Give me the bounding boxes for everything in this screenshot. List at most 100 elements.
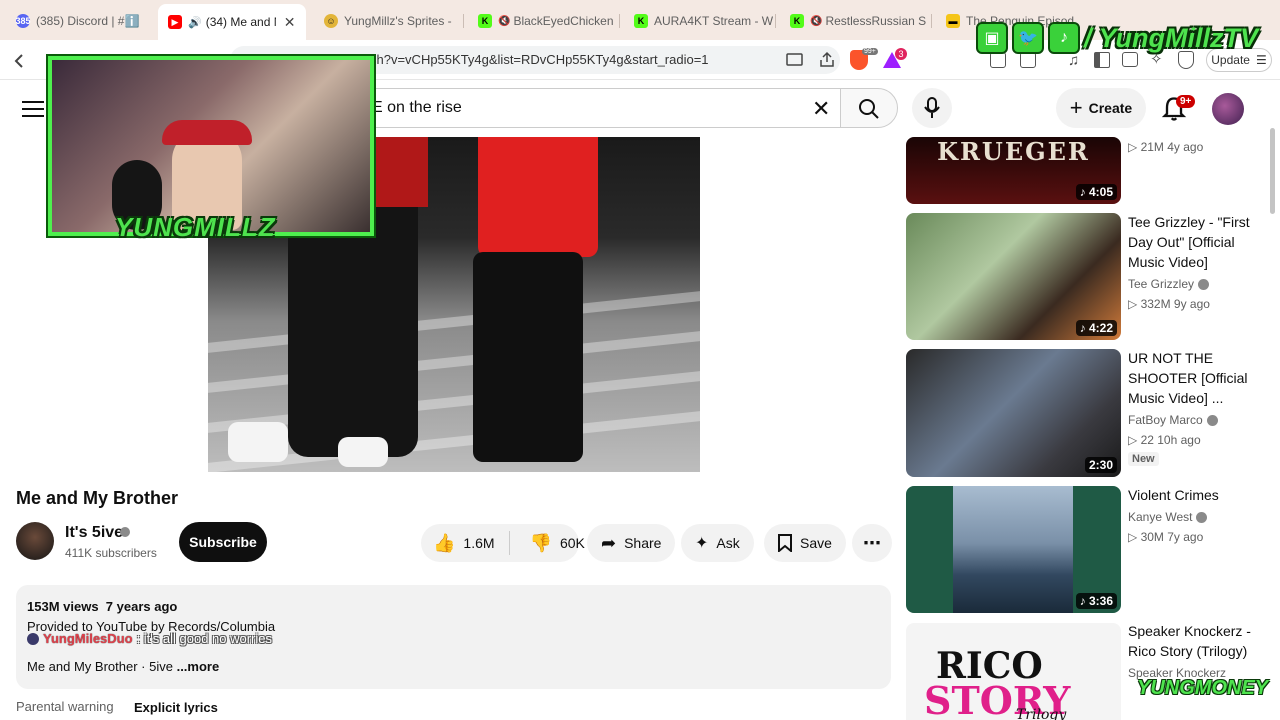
sidebar-title[interactable]: UR NOT THE SHOOTER [Official Music Video… <box>1128 348 1268 408</box>
tab-label: AURA4KT Stream - W <box>654 14 774 28</box>
share-button[interactable]: ➦ Share <box>587 524 676 562</box>
kick-icon: K <box>634 14 648 28</box>
sidebar-meta: ▷ 21M 4y ago <box>1128 140 1204 154</box>
clear-search-icon[interactable]: ✕ <box>812 96 830 122</box>
verified-badge-icon <box>120 527 130 537</box>
sidebar-title[interactable]: Speaker Knockerz - Rico Story (Trilogy) <box>1128 621 1268 661</box>
kick-icon: K <box>478 14 492 28</box>
shield-count-badge: 99+ <box>862 48 878 55</box>
sidebar-thumbnail[interactable]: 2:30 <box>906 349 1121 477</box>
channel-text: Kanye West <box>1128 510 1193 524</box>
tab-discord[interactable]: 385 (385) Discord | #ℹ️ <box>6 6 156 36</box>
tab-kick-2[interactable]: K AURA4KT Stream - W <box>624 6 776 36</box>
cast-icon[interactable] <box>786 52 804 68</box>
page-scrollbar[interactable] <box>1270 128 1275 214</box>
account-avatar[interactable] <box>1212 93 1244 125</box>
description-line: Me and My Brother · 5ive ...more <box>27 659 219 674</box>
discord-icon: 385 <box>15 14 31 28</box>
sidebar-title[interactable]: Violent Crimes <box>1128 485 1268 505</box>
tab-label: YungMillz's Sprites - <box>344 14 452 28</box>
share-label: Share <box>624 535 662 551</box>
red-cap <box>162 120 252 145</box>
plus-icon: + <box>1069 95 1083 120</box>
music-note-icon: ♪ <box>1079 185 1089 199</box>
create-button[interactable]: + Create <box>1056 88 1146 128</box>
view-count: 153M views <box>27 599 99 614</box>
tab-kick-3[interactable]: K 🔇 RestlessRussian S <box>780 6 932 36</box>
duration-text: 4:05 <box>1088 185 1113 199</box>
ask-button[interactable]: ✦ Ask <box>681 524 754 562</box>
sidebar-meta: ▷ 22 10h ago <box>1128 433 1201 447</box>
share-page-icon[interactable] <box>818 51 836 69</box>
tab-label: RestlessRussian S <box>825 14 927 28</box>
stream-social-overlay: ▣ 🐦 ♪ / YungMillzTV <box>976 18 1258 58</box>
webcam-name-tag: YUNGMILLZ <box>115 212 276 242</box>
muted-icon: 🔇 <box>498 15 511 27</box>
music-note-icon: ♪ <box>1079 321 1089 335</box>
more-actions-icon[interactable]: ⋯ <box>852 524 892 562</box>
thumbnail-text: Trilogy <box>1016 707 1067 720</box>
search-icon <box>859 99 879 119</box>
new-badge: New <box>1128 452 1159 466</box>
sidebar-thumbnail[interactable]: ♪ 3:36 <box>906 486 1121 613</box>
description-text: Me and My Brother · 5ive <box>27 659 173 674</box>
sidebar-channel: Kanye West <box>1128 510 1208 524</box>
red-shirt-right <box>478 137 598 257</box>
tab-kick-1[interactable]: K 🔇 BlackEyedChicken <box>468 6 620 36</box>
channel-name[interactable]: It's 5ive <box>65 524 123 542</box>
verified-badge-icon <box>1196 511 1208 523</box>
tab-separator <box>463 14 464 28</box>
duration-badge: ♪ 3:36 <box>1075 593 1117 609</box>
sidebar-thumbnail[interactable]: ♪ 4:22 <box>906 213 1121 340</box>
stream-chat-message: YungMilesDuo : it's all good no worries <box>27 631 272 646</box>
tab-separator <box>931 14 932 28</box>
duration-badge: ♪ 4:22 <box>1075 320 1117 336</box>
chat-username: YungMilesDuo <box>43 631 133 646</box>
like-dislike-group: 👍 1.6M 👎 60K <box>421 524 585 562</box>
imdb-icon: ▬ <box>946 14 960 28</box>
speaker-icon: 🔊 <box>188 16 202 29</box>
tab-separator <box>619 14 620 28</box>
sidebar-title[interactable]: Tee Grizzley - "First Day Out" [Official… <box>1128 212 1268 272</box>
back-arrow-icon[interactable] <box>10 52 28 70</box>
hamburger-menu-icon[interactable] <box>22 98 44 118</box>
person-right-figure <box>473 252 583 462</box>
search-query-text: E on the rise <box>372 99 462 116</box>
tab-close-icon[interactable]: ✕ <box>284 14 296 31</box>
dislike-button[interactable]: 👎 60K <box>518 533 597 554</box>
tab-sprites[interactable]: ☺ YungMillz's Sprites - <box>314 6 464 36</box>
white-sneaker <box>338 437 388 467</box>
thumbnail-text: KRUEGER <box>937 137 1090 166</box>
like-button[interactable]: 👍 1.6M <box>421 531 510 555</box>
subscribe-button[interactable]: Subscribe <box>179 522 267 562</box>
parental-warning-label: Parental warning <box>16 699 114 714</box>
search-button[interactable] <box>840 88 898 128</box>
explicit-lyrics-label: Explicit lyrics <box>134 700 218 715</box>
sidebar-thumbnail[interactable]: KRUEGER ♪ 4:05 <box>906 137 1121 204</box>
tab-youtube-active[interactable]: ▶ 🔊 (34) Me and My Brother ✕ <box>158 4 306 40</box>
sidebar-thumbnail[interactable]: RICO STORY Trilogy <box>906 623 1121 720</box>
like-count: 1.6M <box>463 535 495 551</box>
dislike-count: 60K <box>559 535 585 551</box>
save-button[interactable]: Save <box>764 524 846 562</box>
subscriber-count: 411K subscribers <box>65 546 157 560</box>
share-arrow-icon: ➦ <box>601 532 617 553</box>
streamer-handle: / YungMillzTV <box>1084 22 1258 53</box>
muted-icon: 🔇 <box>810 15 823 27</box>
tab-label: BlackEyedChicken <box>513 14 614 28</box>
tab-separator <box>775 14 776 28</box>
microphone-icon <box>924 97 940 118</box>
view-meta: 153M views 7 years ago <box>27 599 177 614</box>
duration-badge: 2:30 <box>1084 457 1117 473</box>
channel-avatar[interactable] <box>16 522 54 560</box>
voice-search-button[interactable] <box>912 88 952 128</box>
twitter-icon: 🐦 <box>1012 22 1044 54</box>
upload-age: 7 years ago <box>105 599 178 614</box>
album-art-mountains <box>953 486 1073 613</box>
tiktok-icon: ♪ <box>1048 22 1080 54</box>
youtube-icon: ▶ <box>168 15 182 29</box>
rewards-badge: 3 <box>895 48 907 60</box>
kick-icon: K <box>790 14 804 28</box>
duration-text: 3:36 <box>1088 594 1113 608</box>
show-more-link[interactable]: ...more <box>177 659 220 674</box>
